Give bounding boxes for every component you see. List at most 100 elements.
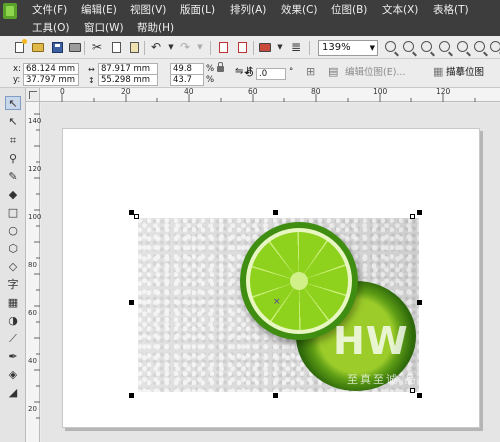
zoom-level-value: 139%	[322, 42, 351, 53]
new-document-icon[interactable]	[12, 38, 27, 54]
ruler-h-label: 80	[311, 87, 321, 96]
ruler-v-label: 140	[28, 117, 42, 125]
menu-text[interactable]: 文本(X)	[382, 3, 418, 17]
save-icon[interactable]	[50, 40, 64, 54]
zoom-width-icon[interactable]	[474, 41, 485, 52]
vertical-ruler[interactable]: 140 120 100 80 60 40 20	[26, 102, 42, 442]
node-handle[interactable]	[410, 214, 415, 219]
fill-tool-icon[interactable]: ◈	[5, 368, 21, 382]
zoom-height-icon[interactable]	[490, 41, 500, 52]
polygon-tool-icon[interactable]: ⬡	[5, 242, 21, 256]
ruler-v-label: 20	[28, 405, 37, 413]
ruler-v-label: 60	[28, 309, 37, 317]
rotation-icon: ⟲	[244, 67, 254, 80]
menu-tools[interactable]: 工具(O)	[32, 21, 69, 35]
node-handle[interactable]	[134, 214, 139, 219]
degree-label: °	[289, 67, 294, 77]
ruler-v-label: 100	[28, 213, 42, 221]
y-label: y:	[13, 75, 21, 85]
zoom-level-select[interactable]: 139% ▼	[318, 40, 378, 56]
menu-layout[interactable]: 版面(L)	[180, 3, 215, 17]
selection-handle-bottom[interactable]	[273, 393, 278, 398]
height-field[interactable]: 55.298 mm	[98, 74, 158, 86]
zoom-page-icon[interactable]	[457, 41, 468, 52]
zoom-in-icon[interactable]	[385, 41, 396, 52]
application-launcher-icon[interactable]	[258, 40, 272, 54]
ruler-v-label: 40	[28, 357, 37, 365]
node-handle[interactable]	[410, 388, 415, 393]
menu-edit[interactable]: 编辑(E)	[81, 3, 117, 17]
selection-handle-bottom-left[interactable]	[129, 393, 134, 398]
application-launcher-dropdown-icon[interactable]: ▼	[273, 40, 287, 54]
zoom-all-icon[interactable]	[439, 41, 450, 52]
menu-bar: 文件(F) 编辑(E) 视图(V) 版面(L) 排列(A) 效果(C) 位图(B…	[0, 0, 500, 36]
lock-ratio-icon[interactable]	[217, 62, 224, 72]
open-icon[interactable]	[31, 40, 45, 54]
crop-tool-icon[interactable]: ⌗	[5, 134, 21, 148]
trace-bitmap-button[interactable]: 描摹位图	[446, 67, 484, 79]
selection-handle-right[interactable]	[417, 300, 422, 305]
eyedropper-icon[interactable]: ⟋	[5, 332, 21, 346]
selection-handle-top[interactable]	[273, 210, 278, 215]
shape-tool-icon[interactable]: ↖	[5, 115, 21, 129]
copy-icon[interactable]	[109, 40, 123, 54]
ruler-h-label: 20	[121, 87, 131, 96]
edit-bitmap-button[interactable]: 编辑位图(E)...	[345, 67, 405, 79]
menu-view[interactable]: 视图(V)	[130, 3, 166, 17]
paste-icon[interactable]	[127, 40, 141, 54]
width-icon: ↔	[88, 65, 95, 74]
export-icon[interactable]	[235, 40, 249, 54]
zoom-tool-icon[interactable]: ⚲	[5, 152, 21, 166]
height-icon: ↕	[88, 76, 95, 85]
selection-handle-bottom-right[interactable]	[417, 393, 422, 398]
watermark-text: HW	[333, 319, 409, 363]
basic-shapes-icon[interactable]: ◇	[5, 260, 21, 274]
y-position-field[interactable]: 37.797 mm	[23, 74, 79, 86]
interactive-fill-icon[interactable]: ◢	[5, 386, 21, 400]
toolbox: ↖ ↖ ⌗ ⚲ ✎ ◆ □ ○ ⬡ ◇ 字 ▦ ◑ ⟋ ✒ ◈ ◢	[0, 88, 26, 442]
bitmap-mask-icon[interactable]: ▤	[328, 66, 338, 77]
undo-icon[interactable]: ↶	[149, 40, 163, 54]
rotation-center-icon[interactable]: ×	[273, 298, 281, 307]
menu-file[interactable]: 文件(F)	[32, 3, 67, 17]
selection-handle-top-right[interactable]	[417, 210, 422, 215]
zoom-out-icon[interactable]	[403, 41, 414, 52]
x-label: x:	[13, 64, 21, 74]
undo-dropdown-icon[interactable]: ▼	[164, 40, 178, 54]
menu-table[interactable]: 表格(T)	[433, 3, 469, 17]
ruler-h-label: 120	[436, 87, 451, 96]
table-tool-icon[interactable]: ▦	[5, 296, 21, 310]
trace-icon: ▦	[433, 65, 444, 78]
scale-height-field[interactable]: 43.7	[170, 74, 204, 86]
ruler-origin-icon[interactable]	[26, 88, 40, 102]
welcome-screen-icon[interactable]: ≣	[289, 40, 303, 54]
pick-tool-icon[interactable]: ↖	[5, 96, 21, 110]
redo-dropdown-icon[interactable]: ▼	[193, 40, 207, 54]
lime-bitmap-image[interactable]: ×	[138, 218, 419, 392]
mirror-horizontal-icon[interactable]: ⊞	[306, 66, 315, 77]
outline-pen-icon[interactable]: ✒	[5, 350, 21, 364]
import-icon[interactable]	[216, 40, 230, 54]
horizontal-ruler[interactable]: 0 20 40 60 80 100 120	[26, 88, 500, 102]
menu-help[interactable]: 帮助(H)	[137, 21, 174, 35]
ruler-h-label: 0	[60, 87, 65, 96]
freehand-tool-icon[interactable]: ✎	[5, 170, 21, 184]
cut-icon[interactable]: ✂	[90, 40, 104, 54]
print-icon[interactable]	[68, 40, 82, 54]
menu-bitmaps[interactable]: 位图(B)	[331, 3, 367, 17]
selection-handle-left[interactable]	[129, 300, 134, 305]
interactive-blend-icon[interactable]: ◑	[5, 314, 21, 328]
ellipse-tool-icon[interactable]: ○	[5, 224, 21, 238]
ruler-h-label: 100	[373, 87, 388, 96]
zoom-selected-icon[interactable]	[421, 41, 432, 52]
chevron-down-icon: ▼	[369, 44, 375, 52]
redo-icon[interactable]: ↷	[178, 40, 192, 54]
menu-window[interactable]: 窗口(W)	[84, 21, 124, 35]
rectangle-tool-icon[interactable]: □	[5, 206, 21, 220]
rotation-field[interactable]: .0	[256, 68, 286, 80]
menu-arrange[interactable]: 排列(A)	[230, 3, 266, 17]
menu-effects[interactable]: 效果(C)	[281, 3, 318, 17]
smart-fill-icon[interactable]: ◆	[5, 188, 21, 202]
mirror-icon[interactable]: ⇋	[235, 66, 243, 77]
text-tool-icon[interactable]: 字	[5, 278, 21, 292]
